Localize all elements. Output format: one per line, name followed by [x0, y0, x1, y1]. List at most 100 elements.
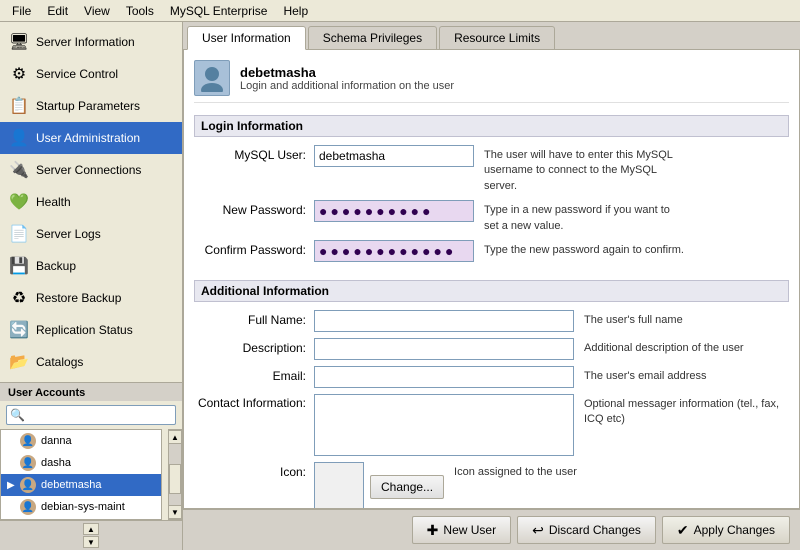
menubar-item-view[interactable]: View — [76, 2, 118, 20]
description-row: Description: Additional description of t… — [194, 338, 789, 360]
user-accounts-header: User Accounts — [0, 382, 182, 401]
list-item[interactable]: 👤 root — [1, 518, 161, 520]
sidebar-item-server-conn[interactable]: 🔌 Server Connections — [0, 154, 182, 186]
sidebar-item-user-admin[interactable]: 👤 User Administration — [0, 122, 182, 154]
username-label: dasha — [41, 457, 71, 469]
sidebar-item-label: Restore Backup — [36, 291, 121, 305]
sidebar-item-label: Server Connections — [36, 163, 141, 177]
contact-info-hint: Optional messager information (tel., fax… — [584, 394, 784, 428]
new-user-button[interactable]: ✚ New User — [412, 516, 511, 544]
username-label: danna — [41, 435, 72, 447]
new-user-label: New User — [443, 523, 496, 537]
user-header-text: debetmasha Login and additional informat… — [240, 65, 454, 92]
menubar-item-mysql enterprise[interactable]: MySQL Enterprise — [162, 2, 276, 20]
list-item[interactable]: 👤 danna — [1, 430, 161, 452]
full-name-input[interactable] — [314, 310, 574, 332]
app-container: 🖥 Server Information ⚙ Service Control 📋… — [0, 22, 800, 550]
new-user-icon: ✚ — [427, 522, 439, 539]
login-info-header: Login Information — [194, 115, 789, 137]
sidebar-item-server-info[interactable]: 🖥 Server Information — [0, 26, 182, 58]
confirm-password-input[interactable]: ●●●●●●●●●●●● — [314, 240, 474, 262]
server-info-icon: 🖥 — [8, 31, 30, 53]
user-admin-icon: 👤 — [8, 127, 30, 149]
restore-backup-icon: ♻ — [8, 287, 30, 309]
sidebar-item-health[interactable]: 💚 Health — [0, 186, 182, 218]
sidebar-item-server-logs[interactable]: 📄 Server Logs — [0, 218, 182, 250]
scrollbar-thumb[interactable] — [169, 464, 181, 494]
email-label: Email: — [194, 366, 314, 383]
health-icon: 💚 — [8, 191, 30, 213]
sidebar-scroll-down-button[interactable]: ▼ — [83, 536, 99, 548]
backup-icon: 💾 — [8, 255, 30, 277]
list-item[interactable]: 👤 dasha — [1, 452, 161, 474]
search-input[interactable] — [6, 405, 176, 425]
bottom-bar: ✚ New User ↩ Discard Changes ✔ Apply Cha… — [183, 509, 800, 550]
sidebar-item-label: Server Logs — [36, 227, 101, 241]
sidebar-item-restore-backup[interactable]: ♻ Restore Backup — [0, 282, 182, 314]
sidebar-item-label: Health — [36, 195, 71, 209]
confirm-password-row: Confirm Password: ●●●●●●●●●●●● Type the … — [194, 240, 789, 262]
discard-changes-button[interactable]: ↩ Discard Changes — [517, 516, 656, 544]
apply-changes-button[interactable]: ✔ Apply Changes — [662, 516, 790, 544]
catalogs-icon: 📂 — [8, 351, 30, 373]
menubar-item-file[interactable]: File — [4, 2, 39, 20]
apply-label: Apply Changes — [694, 523, 775, 537]
arrow-icon: ▶ — [7, 480, 15, 491]
username-label: debian-sys-maint — [41, 501, 125, 513]
full-name-row: Full Name: The user's full name — [194, 310, 789, 332]
additional-info-header: Additional Information — [194, 280, 789, 302]
description-label: Description: — [194, 338, 314, 355]
username-label: debetmasha — [41, 479, 102, 491]
sidebar-item-service-control[interactable]: ⚙ Service Control — [0, 58, 182, 90]
nav-list: 🖥 Server Information ⚙ Service Control 📋… — [0, 22, 182, 382]
icon-hint: Icon assigned to the user — [454, 462, 577, 480]
tab-resource-limits[interactable]: Resource Limits — [439, 26, 555, 49]
tab-user-information[interactable]: User Information — [187, 26, 306, 50]
content-panel: debetmasha Login and additional informat… — [183, 50, 800, 509]
sidebar: 🖥 Server Information ⚙ Service Control 📋… — [0, 22, 183, 550]
user-avatar — [194, 60, 230, 96]
email-row: Email: The user's email address — [194, 366, 789, 388]
icon-controls: Change... — [314, 462, 444, 509]
sidebar-scroll-controls: ▲ ▼ — [0, 520, 182, 550]
main-content: User Information Schema Privileges Resou… — [183, 22, 800, 550]
menubar-item-edit[interactable]: Edit — [39, 2, 76, 20]
avatar: 👤 — [20, 433, 36, 449]
email-input[interactable] — [314, 366, 574, 388]
sidebar-item-label: Server Information — [36, 35, 135, 49]
login-info-section: Login Information MySQL User: The user w… — [194, 115, 789, 268]
sidebar-item-label: Service Control — [36, 67, 118, 81]
new-password-hint: Type in a new password if you want to se… — [484, 200, 684, 234]
description-input[interactable] — [314, 338, 574, 360]
menubar-item-tools[interactable]: Tools — [118, 2, 162, 20]
startup-params-icon: 📋 — [8, 95, 30, 117]
avatar: 👤 — [20, 455, 36, 471]
sidebar-item-startup-params[interactable]: 📋 Startup Parameters — [0, 90, 182, 122]
confirm-password-label: Confirm Password: — [194, 240, 314, 257]
avatar: 👤 — [20, 499, 36, 515]
tab-schema-privileges[interactable]: Schema Privileges — [308, 26, 437, 49]
list-item[interactable]: 👤 debian-sys-maint — [1, 496, 161, 518]
contact-info-input[interactable] — [314, 394, 574, 456]
contact-info-row: Contact Information: Optional messager i… — [194, 394, 789, 456]
icon-row: Icon: Change... Icon assigned to the use… — [194, 462, 789, 509]
email-hint: The user's email address — [584, 366, 707, 384]
sidebar-item-replication[interactable]: 🔄 Replication Status — [0, 314, 182, 346]
service-control-icon: ⚙ — [8, 63, 30, 85]
menubar-item-help[interactable]: Help — [275, 2, 316, 20]
sidebar-item-backup[interactable]: 💾 Backup — [0, 250, 182, 282]
description-hint: Additional description of the user — [584, 338, 744, 356]
change-icon-button[interactable]: Change... — [370, 475, 444, 499]
list-item-selected[interactable]: ▶ 👤 debetmasha — [1, 474, 161, 496]
new-password-input[interactable]: ●●●●●●●●●● — [314, 200, 474, 222]
mysql-user-input[interactable] — [314, 145, 474, 167]
sidebar-scroll-up-button[interactable]: ▲ — [83, 523, 99, 535]
scrollbar-up-button[interactable]: ▲ — [168, 430, 182, 444]
sidebar-item-catalogs[interactable]: 📂 Catalogs — [0, 346, 182, 378]
user-list-container: 👤 danna 👤 dasha ▶ 👤 debetmasha 👤 debia — [0, 429, 182, 520]
scrollbar-down-button[interactable]: ▼ — [168, 505, 182, 519]
tab-bar: User Information Schema Privileges Resou… — [183, 22, 800, 50]
sidebar-item-label: Startup Parameters — [36, 99, 140, 113]
discard-icon: ↩ — [532, 522, 544, 539]
icon-preview — [314, 462, 364, 509]
